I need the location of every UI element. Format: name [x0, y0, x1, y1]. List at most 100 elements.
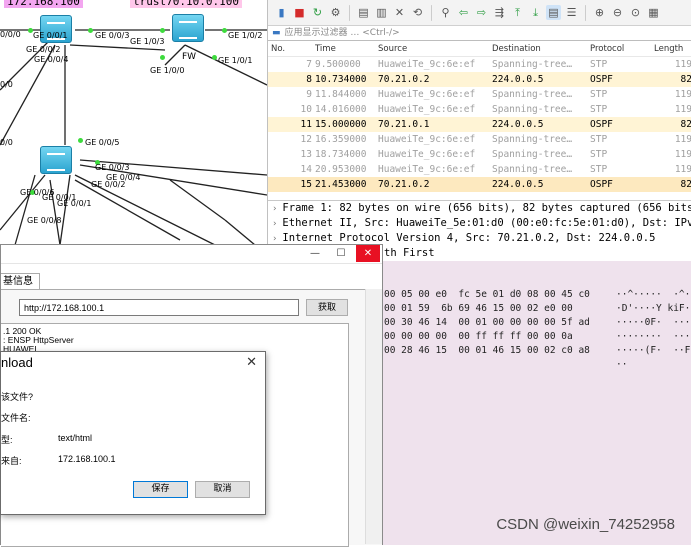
packet-cell-dst: 224.0.0.5: [492, 119, 544, 130]
link-status-dot: [160, 55, 165, 60]
open-file-icon[interactable]: ▤: [356, 5, 371, 20]
packet-cell-dst: Spanning-tree…: [492, 104, 573, 115]
interface-icon[interactable]: ▮: [274, 5, 289, 20]
packet-cell-no: 7: [306, 59, 312, 70]
packet-cell-time: 16.359000: [315, 134, 367, 145]
window-titlebar[interactable]: — ☐ ✕: [1, 245, 382, 264]
vertical-scrollbar[interactable]: [365, 289, 382, 544]
colorize-icon[interactable]: ☰: [564, 5, 579, 20]
packet-cell-dst: 224.0.0.5: [492, 74, 544, 85]
packet-row[interactable]: 9 11.844000 HuaweiTe_9c:6e:ef Spanning-tree…: [268, 87, 691, 102]
packet-cell-no: 14: [300, 164, 312, 175]
hex-bytes: 00 00 00 00 00 ff ff ff 00 00 0a: [384, 331, 573, 342]
find-packet-icon[interactable]: ⚲: [438, 5, 453, 20]
packet-row[interactable]: 7 9.500000 HuaweiTe_9c:6e:ef Spanning-tree……: [268, 57, 691, 72]
packet-row[interactable]: 8 10.734000 70.21.0.2 224.0.0.5 OSPF 82: [268, 72, 691, 87]
maximize-button[interactable]: ☐: [329, 245, 353, 262]
reload-icon[interactable]: ⟲: [410, 5, 425, 20]
bookmark-icon[interactable]: ▬: [272, 28, 281, 38]
detail-text: th First: [384, 247, 435, 259]
column-header-no[interactable]: No.: [271, 42, 285, 56]
save-file-icon[interactable]: ▥: [374, 5, 389, 20]
minimize-button[interactable]: —: [303, 245, 327, 262]
link-status-dot: [78, 138, 83, 143]
packet-cell-dst: Spanning-tree…: [492, 164, 573, 175]
zoom-reset-icon[interactable]: ⊙: [628, 5, 643, 20]
packet-row[interactable]: 14 20.953000 HuaweiTe_9c:6e:ef Spanning-tre…: [268, 162, 691, 177]
display-filter-input[interactable]: ▬ 应用显示过滤器 … <Ctrl-/>: [268, 26, 691, 41]
close-button[interactable]: ✕: [356, 245, 380, 262]
packet-list: No. Time Source Destination Protocol Len…: [268, 42, 691, 200]
from-value: 172.168.100.1: [58, 454, 116, 464]
port-label: GE 0/0/3: [95, 163, 130, 172]
last-packet-icon[interactable]: ⤓: [528, 5, 543, 20]
link-status-dot: [222, 28, 227, 33]
expand-arrow-icon[interactable]: ›: [272, 234, 277, 244]
packet-cell-dst: Spanning-tree…: [492, 89, 573, 100]
port-label: GE 0/0/2: [26, 45, 61, 54]
packet-cell-time: 10.734000: [315, 74, 367, 85]
go-forward-icon[interactable]: ⇨: [474, 5, 489, 20]
packet-cell-src: HuaweiTe_9c:6e:ef: [378, 89, 476, 100]
packet-cell-dst: 224.0.0.5: [492, 179, 544, 190]
zoom-out-icon[interactable]: ⊖: [610, 5, 625, 20]
packet-cell-dst: Spanning-tree…: [492, 149, 573, 160]
packet-cell-len: 82: [680, 179, 691, 190]
url-input[interactable]: http://172.168.100.1: [19, 299, 299, 316]
packet-row[interactable]: 11 15.000000 70.21.0.1 224.0.0.5 OSPF 82: [268, 117, 691, 132]
packet-cell-proto: STP: [590, 59, 608, 70]
close-file-icon[interactable]: ✕: [392, 5, 407, 20]
close-icon[interactable]: ✕: [246, 355, 257, 370]
column-header-destination[interactable]: Destination: [492, 42, 541, 56]
packet-cell-src: HuaweiTe_9c:6e:ef: [378, 164, 476, 175]
packet-cell-len: 82: [680, 119, 691, 130]
packet-cell-proto: OSPF: [590, 119, 613, 130]
zoom-in-icon[interactable]: ⊕: [592, 5, 607, 20]
go-to-packet-icon[interactable]: ⇶: [492, 5, 507, 20]
tab-basic-info[interactable]: 基信息: [1, 273, 40, 290]
resize-columns-icon[interactable]: ▦: [646, 5, 661, 20]
packet-row[interactable]: 15 21.453000 70.21.0.2 224.0.0.5 OSPF 82: [268, 177, 691, 192]
port-label: GE 1/0/3: [130, 37, 165, 46]
stop-capture-icon[interactable]: ■: [292, 5, 307, 20]
restart-capture-icon[interactable]: ↻: [310, 5, 325, 20]
hex-ascii: ·····(F· ··F·····: [616, 345, 691, 356]
packet-cell-proto: STP: [590, 89, 608, 100]
packet-row[interactable]: 13 18.734000 HuaweiTe_9c:6e:ef Spanning-tre…: [268, 147, 691, 162]
detail-text: Internet Protocol Version 4, Src: 70.21.…: [282, 232, 656, 244]
port-label: GE 0/0/3: [95, 31, 130, 40]
column-header-protocol[interactable]: Protocol: [590, 42, 624, 56]
expand-arrow-icon[interactable]: ›: [272, 219, 277, 229]
packet-cell-dst: Spanning-tree…: [492, 59, 573, 70]
first-packet-icon[interactable]: ⤒: [510, 5, 525, 20]
watermark: CSDN @weixin_74252958: [496, 516, 675, 533]
packet-cell-src: HuaweiTe_9c:6e:ef: [378, 134, 476, 145]
type-label: 型:: [1, 435, 13, 445]
column-header-length[interactable]: Length: [654, 42, 683, 56]
column-header-time[interactable]: Time: [315, 42, 336, 56]
packet-cell-time: 15.000000: [315, 119, 367, 130]
firewall-icon[interactable]: [172, 14, 204, 42]
save-button[interactable]: 保存: [133, 481, 188, 498]
packet-cell-len: 82: [680, 74, 691, 85]
hex-bytes: 00 30 46 14 00 01 00 00 00 00 5f ad: [384, 317, 590, 328]
port-label: GE 0/0/8: [27, 216, 62, 225]
detail-ethernet[interactable]: › Ethernet II, Src: HuaweiTe_5e:01:d0 (00…: [268, 216, 691, 231]
capture-options-icon[interactable]: ⚙: [328, 5, 343, 20]
toolbar-separator: [349, 4, 350, 21]
go-back-icon[interactable]: ⇦: [456, 5, 471, 20]
packet-cell-no: 13: [300, 149, 312, 160]
cancel-button[interactable]: 取消: [195, 481, 250, 498]
packet-cell-time: 20.953000: [315, 164, 367, 175]
column-header-source[interactable]: Source: [378, 42, 407, 56]
packet-row[interactable]: 12 16.359000 HuaweiTe_9c:6e:ef Spanning-tre…: [268, 132, 691, 147]
toolbar-separator: [431, 4, 432, 21]
switch-icon[interactable]: [40, 146, 72, 174]
autoscroll-icon[interactable]: ▤: [546, 5, 561, 20]
fetch-button[interactable]: 获取: [306, 299, 348, 316]
detail-frame[interactable]: › Frame 1: 82 bytes on wire (656 bits), 8…: [268, 201, 691, 216]
hex-ascii: ··^····· ·^····E·: [616, 289, 691, 300]
packet-row[interactable]: 10 14.016000 HuaweiTe_9c:6e:ef Spanning-tre…: [268, 102, 691, 117]
zone-label-left: 172.168.100: [4, 0, 83, 8]
expand-arrow-icon[interactable]: ›: [272, 204, 277, 214]
